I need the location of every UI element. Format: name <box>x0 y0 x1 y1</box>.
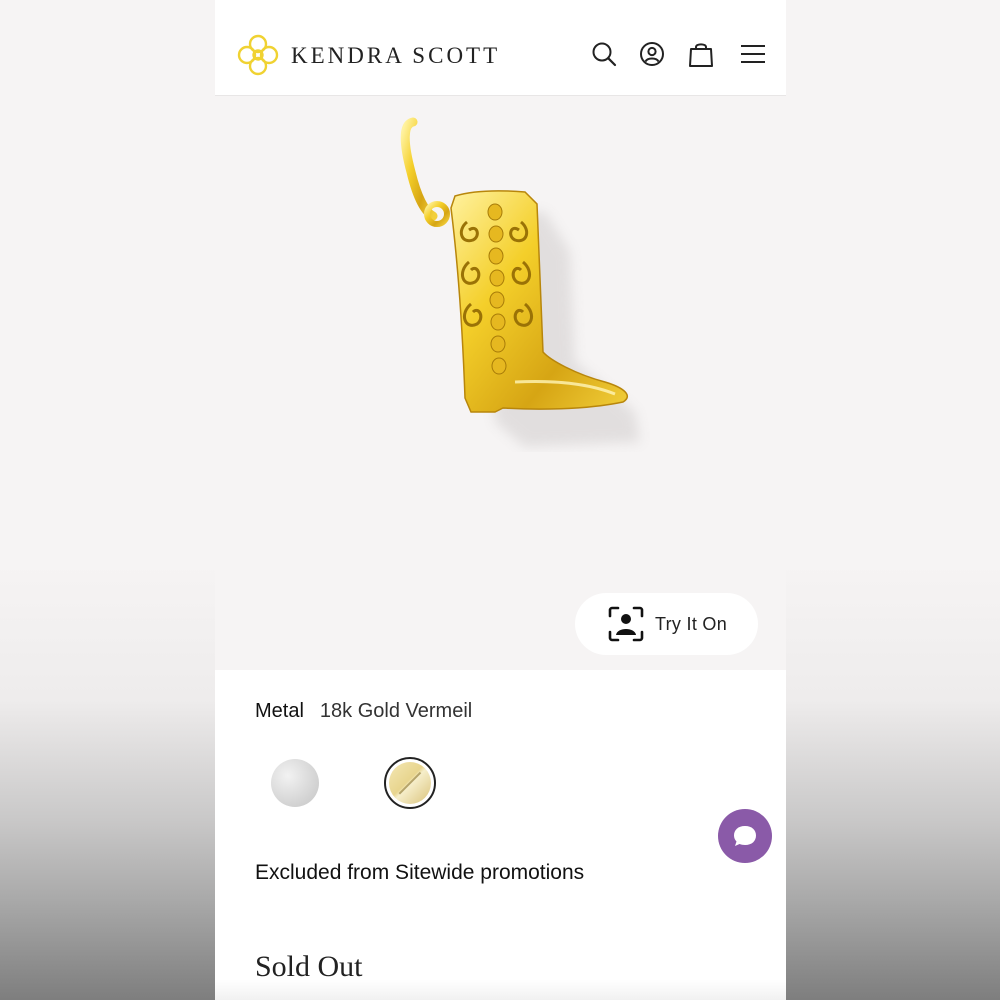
face-scan-icon <box>608 606 644 642</box>
search-icon[interactable] <box>590 40 618 68</box>
try-it-on-label: Try It On <box>655 613 728 634</box>
account-icon[interactable] <box>638 40 666 68</box>
promotion-note: Excluded from Sitewide promotions <box>255 861 585 884</box>
sold-out-status: Sold Out <box>255 950 363 983</box>
menu-icon[interactable] <box>739 40 767 68</box>
brand-logo[interactable]: KENDRA SCOTT <box>235 32 500 78</box>
brand-name: KENDRA SCOTT <box>291 43 501 68</box>
try-it-on-button[interactable]: Try It On <box>575 593 758 655</box>
boot-charm-image <box>400 117 640 447</box>
metal-value: 18k Gold Vermeil <box>319 700 473 722</box>
product-gallery[interactable]: Try It On <box>215 96 786 670</box>
chat-button[interactable] <box>718 809 772 863</box>
site-header: KENDRA SCOTT <box>215 0 786 96</box>
metal-option-row: Metal 18k Gold Vermeil <box>255 700 472 723</box>
mobile-page: KENDRA SCOTT Try It On Metal 18k Gold Ve… <box>215 0 786 1000</box>
swatch-gold-selected[interactable] <box>384 757 436 809</box>
shopping-bag-icon[interactable] <box>687 40 715 68</box>
bottom-shade <box>215 980 786 1000</box>
kendra-scott-logo-icon <box>237 34 279 76</box>
swatch-gold-fill <box>389 762 431 804</box>
swatch-silver[interactable] <box>271 759 319 807</box>
metal-label: Metal <box>255 700 304 722</box>
chat-icon <box>734 826 756 846</box>
